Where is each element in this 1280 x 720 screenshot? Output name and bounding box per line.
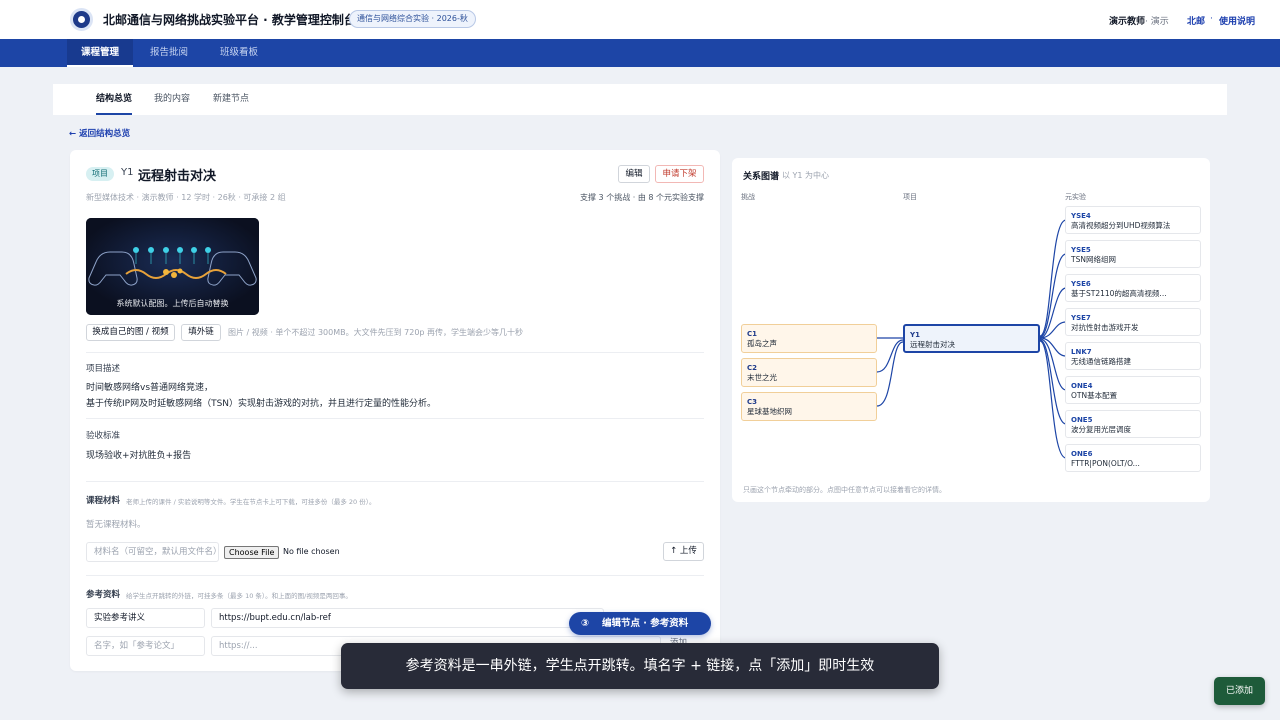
nav-tab-course-management[interactable]: 课程管理: [67, 39, 133, 67]
node-name: 波分复用光层调度: [1071, 425, 1131, 434]
request-delist-button[interactable]: 申请下架: [655, 165, 704, 183]
divider: [86, 481, 704, 482]
node-support-summary: 支撑 3 个挑战 · 由 8 个元实验支撑: [580, 193, 704, 202]
cover-image[interactable]: 系统默认配图。上传后自动替换: [86, 218, 259, 315]
replace-media-button[interactable]: 换成自己的图 / 视频: [86, 324, 175, 341]
graph-node-experiment[interactable]: YSE7 对抗性射击游戏开发: [1065, 308, 1201, 336]
column-project: 项目: [903, 193, 917, 201]
user-sub: · 演示: [1145, 17, 1169, 27]
node-code: ONE6: [1071, 450, 1093, 458]
node-name: 星球基地织网: [747, 407, 792, 416]
criteria-label: 验收标准: [86, 431, 121, 441]
graph-node-experiment[interactable]: YSE4 高清视频超分到UHD视频算法: [1065, 206, 1201, 234]
column-challenge: 挑战: [741, 193, 755, 201]
criteria-text: 现场验收+对抗胜负+报告: [86, 451, 192, 461]
node-name: 高清视频超分到UHD视频算法: [1071, 221, 1171, 230]
media-upload-hint: 图片 / 视频 · 单个不超过 300MB。大文件先压到 720p 再传，学生端…: [228, 328, 524, 337]
app-title: 北邮通信与网络挑战实验平台 · 教学管理控制台: [103, 13, 356, 27]
graph-node-experiment[interactable]: LNK7 无线通信链路搭建: [1065, 342, 1201, 370]
node-title: 远程射击对决: [138, 169, 217, 184]
sub-tabs: 结构总览 我的内容 新建节点: [53, 84, 1227, 115]
file-status: No file chosen: [283, 547, 340, 556]
graph-node-project[interactable]: Y1 远程射击对决: [903, 324, 1040, 353]
node-code: C2: [747, 364, 758, 372]
graph-subtitle: 以 Y1 为中心: [782, 171, 830, 180]
node-code: Y1: [910, 331, 920, 339]
node-name: 基于ST2110的超高清视频...: [1071, 289, 1167, 298]
main-nav: 课程管理 报告批阅 班级看板: [0, 39, 1280, 67]
external-link-button[interactable]: 填外链: [181, 324, 221, 341]
graph-title: 关系图谱: [743, 172, 780, 182]
node-name: 无线通信链路搭建: [1071, 357, 1131, 366]
user-role: 演示教师: [1109, 17, 1146, 27]
node-name: 远程射击对决: [910, 340, 955, 349]
graph-node-experiment[interactable]: YSE5 TSN网络组网: [1065, 240, 1201, 268]
bupt-logo-icon: [70, 8, 93, 31]
graph-node-challenge[interactable]: C2 末世之光: [741, 358, 877, 387]
choose-file-button[interactable]: Choose File: [224, 546, 280, 559]
added-button[interactable]: 已添加: [1214, 677, 1265, 705]
header-separator: ·: [1210, 14, 1213, 24]
node-code: LNK7: [1071, 348, 1092, 356]
materials-hint: 老师上传的课件 / 实验说明等文件。学生在节点卡上可下载，可挂多份（最多 20 …: [126, 498, 376, 506]
node-name: 孤岛之声: [747, 339, 777, 348]
graph-node-experiment[interactable]: ONE5 波分复用光层调度: [1065, 410, 1201, 438]
graph-node-experiment[interactable]: ONE6 FTTR|PON(OLT/O...: [1065, 444, 1201, 472]
node-name: TSN网络组网: [1071, 255, 1116, 264]
graph-node-challenge[interactable]: C1 孤岛之声: [741, 324, 877, 353]
node-meta: 新型媒体技术 · 演示教师 · 12 学时 · 26秋 · 可承接 2 组: [86, 193, 286, 202]
node-name: OTN基本配置: [1071, 391, 1118, 400]
node-code: YSE7: [1071, 314, 1091, 322]
nav-tab-class-board[interactable]: 班级看板: [210, 39, 268, 67]
edit-button[interactable]: 编辑: [618, 165, 650, 183]
reference-name-field[interactable]: 实验参考讲义: [86, 608, 205, 628]
step-label: 编辑节点 · 参考资料: [602, 618, 689, 629]
references-hint: 给学生点开跳转的外链，可挂多条（最多 10 条）。和上面的图/视频是两回事。: [126, 592, 352, 600]
node-code: ONE4: [1071, 382, 1093, 390]
node-code: YSE6: [1071, 280, 1091, 288]
new-reference-name-input[interactable]: 名字，如「参考论文」: [86, 636, 205, 656]
materials-empty: 暂无课程材料。: [86, 520, 146, 530]
step-number: ③: [581, 618, 590, 629]
org-link[interactable]: 北邮: [1187, 14, 1205, 27]
help-link[interactable]: 使用说明: [1219, 14, 1255, 27]
tour-step-pill[interactable]: ③ 编辑节点 · 参考资料: [569, 612, 711, 635]
tour-caption: 参考资料是一串外链，学生点开跳转。填名字 + 链接，点「添加」即时生效: [341, 643, 939, 689]
description-line: 基于传统IP网及时延敏感网络（TSN）实现射击游戏的对抗，并且进行定量的性能分析…: [86, 399, 437, 409]
subtab-my-content[interactable]: 我的内容: [154, 84, 190, 115]
node-code: YSE4: [1071, 212, 1091, 220]
divider: [86, 418, 704, 419]
graph-node-experiment[interactable]: YSE6 基于ST2110的超高清视频...: [1065, 274, 1201, 302]
cover-caption: 系统默认配图。上传后自动替换: [116, 299, 229, 308]
upload-button[interactable]: ↑ 上传: [663, 542, 704, 561]
divider: [86, 352, 704, 353]
term-badge[interactable]: 通信与网络综合实验 · 2026-秋: [349, 10, 476, 28]
relation-graph-card: 关系图谱 以 Y1 为中心 挑战 项目 元实验 C1 孤岛之声 C2 末世之光 …: [732, 158, 1210, 502]
node-type-tag: 项目: [86, 167, 114, 181]
node-name: 对抗性射击游戏开发: [1071, 323, 1139, 332]
node-code: YSE5: [1071, 246, 1091, 254]
graph-node-experiment[interactable]: ONE4 OTN基本配置: [1065, 376, 1201, 404]
divider: [86, 575, 704, 576]
nav-tab-report-review[interactable]: 报告批阅: [140, 39, 198, 67]
description-label: 项目描述: [86, 364, 121, 374]
back-to-overview-link[interactable]: ← 返回结构总览: [69, 127, 130, 139]
description-line: 时间敏感网络vs普通网络竞速，: [86, 383, 214, 393]
node-code: Y1: [121, 167, 134, 178]
references-label: 参考资料: [86, 590, 121, 600]
node-code: C3: [747, 398, 758, 406]
node-detail-card: 项目 Y1 远程射击对决 编辑 申请下架 新型媒体技术 · 演示教师 · 12 …: [70, 150, 720, 671]
subtab-structure-overview[interactable]: 结构总览: [96, 84, 133, 115]
node-name: FTTR|PON(OLT/O...: [1071, 459, 1140, 468]
subtab-new-node[interactable]: 新建节点: [213, 84, 249, 115]
graph-node-challenge[interactable]: C3 星球基地织网: [741, 392, 877, 421]
graph-footer: 只画这个节点牵动的部分。点图中任意节点可以接着看它的详情。: [743, 486, 946, 494]
material-name-input[interactable]: 材料名（可留空，默认用文件名）: [86, 542, 219, 562]
node-code: ONE5: [1071, 416, 1093, 424]
reference-url-field[interactable]: https://bupt.edu.cn/lab-ref: [211, 608, 604, 628]
node-code: C1: [747, 330, 758, 338]
column-meta-experiment: 元实验: [1065, 193, 1086, 201]
materials-label: 课程材料: [86, 496, 121, 506]
node-name: 末世之光: [747, 373, 777, 382]
